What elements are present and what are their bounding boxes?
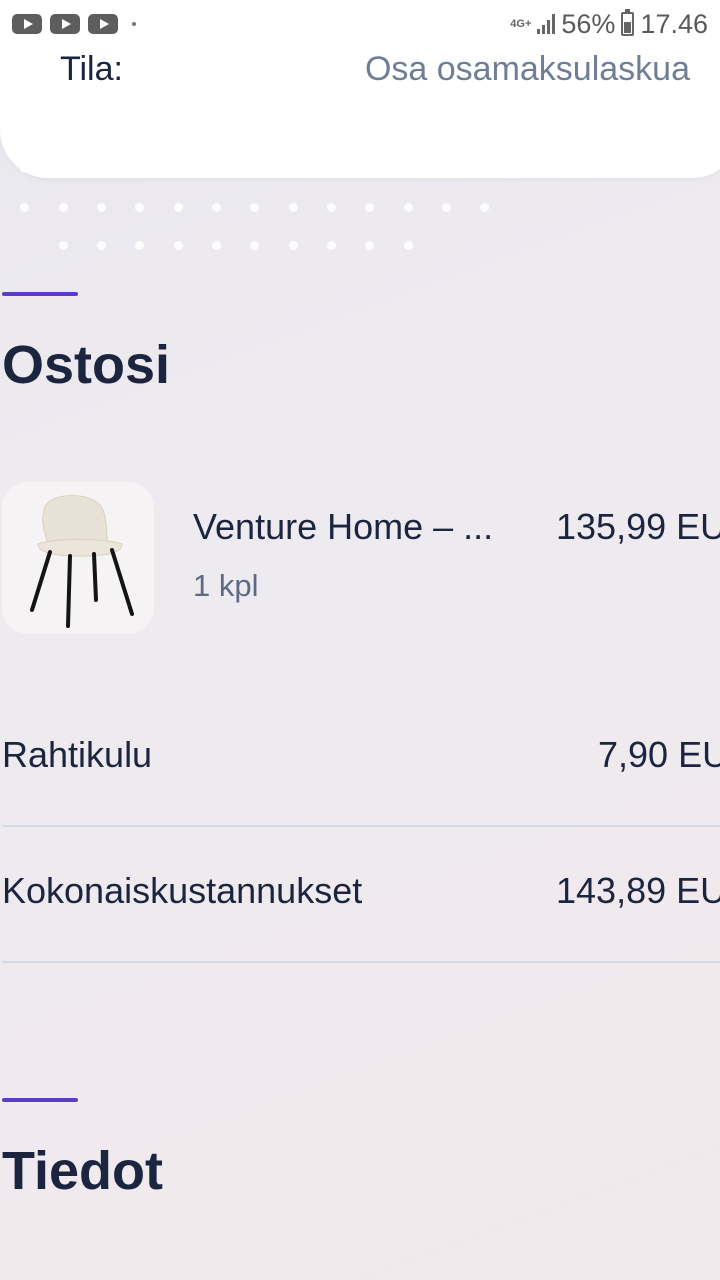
chair-icon: [30, 495, 134, 628]
notification-icons: [12, 14, 136, 34]
network-type: 4G+: [510, 17, 532, 30]
product-price: 135,99 EU: [556, 506, 720, 547]
details-title: Tiedot: [2, 1141, 163, 1201]
more-notifications-icon: [132, 22, 136, 26]
youtube-notification-icon: [50, 14, 80, 34]
product-image[interactable]: [2, 482, 154, 634]
system-indicators: 4G+ 56% 17.46: [510, 9, 708, 40]
battery-icon: [621, 9, 635, 36]
divider: [2, 825, 720, 827]
shipping-label: Rahtikulu: [2, 734, 153, 775]
product-name[interactable]: Venture Home – ...: [193, 506, 493, 548]
battery-percentage: 56%: [561, 8, 616, 39]
clock: 17.46: [640, 8, 708, 39]
decorative-dots: [0, 160, 720, 260]
shipping-row: Rahtikulu 7,90 EU: [2, 734, 720, 782]
youtube-notification-icon: [12, 14, 42, 34]
purchases-title: Ostosi: [2, 335, 171, 395]
order-status-card: Tila: Osa osamaksulaskua: [0, 48, 720, 178]
status-label: Tila:: [60, 50, 123, 88]
total-row: Kokonaiskustannukset 143,89 EU: [2, 870, 720, 918]
youtube-notification-icon: [88, 14, 118, 34]
divider: [2, 961, 720, 963]
status-bar: 4G+ 56% 17.46: [0, 0, 720, 48]
signal-icon: [537, 14, 556, 34]
status-value: Osa osamaksulaskua: [364, 50, 690, 88]
product-quantity: 1 kpl: [193, 568, 259, 603]
shipping-value: 7,90 EU: [598, 734, 720, 775]
total-value: 143,89 EU: [556, 870, 720, 911]
total-label: Kokonaiskustannukset: [2, 870, 363, 911]
section-accent-line: [2, 1098, 78, 1102]
section-accent-line: [2, 292, 78, 296]
